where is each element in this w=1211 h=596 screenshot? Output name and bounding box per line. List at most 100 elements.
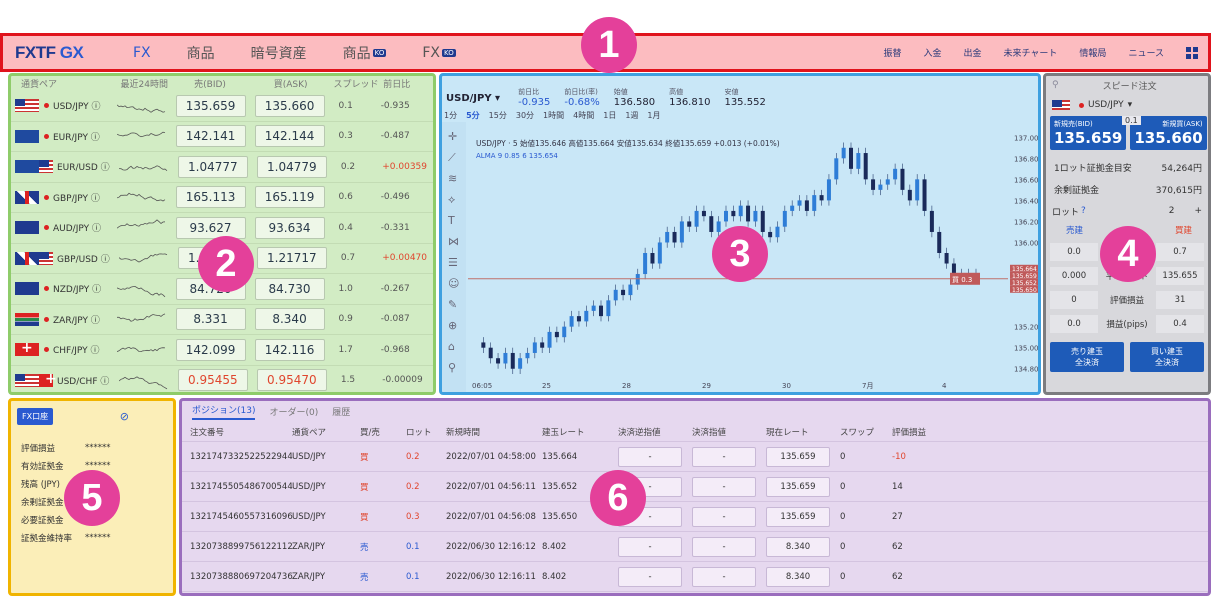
position-limit-box[interactable]: -: [692, 446, 756, 467]
draw-tool-icon[interactable]: ⋈: [448, 235, 459, 248]
position-limit[interactable]: -: [692, 446, 766, 467]
rate-row[interactable]: CHF/JPY ⓘ 142.099 142.116 1.7 -0.968: [11, 335, 433, 366]
bid-price-button[interactable]: 165.113: [175, 186, 246, 209]
buy-order-button[interactable]: 新規買(ASK) 135.660: [1130, 116, 1207, 150]
pair-label[interactable]: EUR/USD ⓘ: [57, 160, 113, 173]
pair-label[interactable]: NZD/JPY ⓘ: [53, 282, 111, 295]
rate-row[interactable]: ZAR/JPY ⓘ 8.331 8.340 0.9 -0.087: [11, 305, 433, 335]
timeframe-5[interactable]: 4時間: [573, 110, 594, 121]
position-limit-box[interactable]: -: [692, 566, 756, 587]
header-link-3[interactable]: 未来チャート: [1004, 46, 1058, 59]
bid-price-button[interactable]: 135.659: [175, 94, 246, 117]
ask-price-button[interactable]: 1.04779: [256, 155, 327, 178]
ask-price-button[interactable]: 84.730: [254, 277, 325, 300]
header-link-0[interactable]: 振替: [883, 46, 901, 59]
ask-price-button[interactable]: 8.340: [254, 308, 325, 331]
position-row[interactable]: 1320738899756122112 ZAR/JPY 売 0.1 2022/06/30…: [182, 532, 1208, 562]
timeframe-7[interactable]: 1週: [625, 110, 638, 121]
rate-row[interactable]: EUR/JPY ⓘ 142.141 142.144 0.3 -0.487: [11, 122, 433, 152]
position-cur-box[interactable]: 135.659: [766, 506, 830, 527]
chart-symbol-select[interactable]: USD/JPY ▾: [446, 93, 500, 104]
position-cur[interactable]: 8.340: [766, 566, 840, 587]
main-tab-0[interactable]: FX: [115, 36, 169, 69]
positions-tab-0[interactable]: ポジション(13): [192, 403, 256, 420]
position-limit-box[interactable]: -: [692, 506, 756, 527]
main-tab-1[interactable]: 商品: [169, 36, 233, 69]
draw-tool-icon[interactable]: ⌂: [448, 340, 455, 353]
position-row[interactable]: 1321745460557316096 USD/JPY 買 0.3 2022/07/01…: [182, 502, 1208, 532]
main-tab-3[interactable]: 商品 KO: [325, 36, 405, 69]
bid-price-button[interactable]: 1.04777: [177, 155, 248, 178]
sell-order-button[interactable]: 新規売(BID) 135.659: [1050, 116, 1127, 150]
timeframe-1[interactable]: 5分: [466, 110, 480, 121]
bid-price-button[interactable]: 93.627: [175, 216, 246, 239]
timeframe-3[interactable]: 30分: [516, 110, 534, 121]
pair-label[interactable]: CHF/JPY ⓘ: [53, 343, 111, 356]
draw-tool-icon[interactable]: ☰: [448, 256, 458, 269]
rate-row[interactable]: GBP/JPY ⓘ 165.113 165.119 0.6 -0.496: [11, 183, 433, 213]
pair-label[interactable]: USD/CHF ⓘ: [57, 374, 113, 387]
ask-price-button[interactable]: 135.660: [254, 94, 325, 117]
rate-row[interactable]: USD/CHF ⓘ 0.95455 0.95470 1.5 -0.00009: [11, 366, 433, 393]
rate-row[interactable]: USD/JPY ⓘ 135.659 135.660 0.1 -0.935: [11, 91, 433, 122]
ask-price-button[interactable]: 0.95470: [256, 369, 327, 392]
position-limit[interactable]: -: [692, 536, 766, 557]
draw-tool-icon[interactable]: ⊕: [448, 319, 457, 332]
position-cur-box[interactable]: 8.340: [766, 566, 830, 587]
pair-label[interactable]: EUR/JPY ⓘ: [53, 130, 111, 143]
main-tab-2[interactable]: 暗号資産: [233, 36, 325, 69]
pair-label[interactable]: GBP/JPY ⓘ: [53, 191, 111, 204]
position-cur[interactable]: 135.659: [766, 476, 840, 497]
draw-tool-icon[interactable]: ≋: [448, 172, 457, 185]
position-cur[interactable]: 135.659: [766, 506, 840, 527]
draw-tool-icon[interactable]: ☺: [448, 277, 459, 290]
header-link-4[interactable]: 情報局: [1079, 46, 1106, 59]
position-stop-box[interactable]: -: [618, 446, 682, 467]
pair-label[interactable]: ZAR/JPY ⓘ: [53, 313, 111, 326]
position-limit-box[interactable]: -: [692, 476, 756, 497]
position-row[interactable]: 1321747332522522944 USD/JPY 買 0.2 2022/07/01…: [182, 442, 1208, 472]
position-row[interactable]: 1320738880697204736 ZAR/JPY 売 0.1 2022/06/30…: [182, 562, 1208, 592]
position-cur-box[interactable]: 135.659: [766, 446, 830, 467]
draw-tool-icon[interactable]: T: [447, 214, 455, 227]
position-cur-box[interactable]: 135.659: [766, 476, 830, 497]
position-limit[interactable]: -: [692, 506, 766, 527]
timeframe-8[interactable]: 1月: [647, 110, 660, 121]
close-buy-positions-button[interactable]: 買い建玉 全決済: [1130, 342, 1204, 372]
positions-tab-2[interactable]: 履歴: [332, 405, 350, 418]
position-stop-box[interactable]: -: [618, 566, 682, 587]
bid-price-button[interactable]: 8.331: [175, 308, 246, 331]
position-cur[interactable]: 8.340: [766, 536, 840, 557]
main-tab-4[interactable]: FX KO: [404, 36, 473, 69]
draw-tool-icon[interactable]: ✎: [448, 298, 457, 311]
position-cur[interactable]: 135.659: [766, 446, 840, 467]
bid-price-button[interactable]: 0.95455: [177, 369, 248, 392]
header-link-2[interactable]: 出金: [963, 46, 981, 59]
position-stop[interactable]: -: [618, 536, 692, 557]
draw-tool-icon[interactable]: ⚲: [448, 361, 456, 374]
positions-tab-1[interactable]: オーダー(0): [269, 405, 318, 418]
position-stop[interactable]: -: [618, 446, 692, 467]
rate-row[interactable]: EUR/USD ⓘ 1.04777 1.04779 0.2 +0.00359: [11, 152, 433, 183]
timeframe-0[interactable]: 1分: [444, 110, 457, 121]
fxtf-gx-logo[interactable]: FXTF GX: [15, 43, 115, 63]
pin-icon[interactable]: ⚲: [1052, 80, 1059, 90]
pair-label[interactable]: USD/JPY ⓘ: [53, 99, 111, 112]
hide-values-icon[interactable]: ⊘: [120, 410, 129, 423]
timeframe-4[interactable]: 1時間: [543, 110, 564, 121]
close-sell-positions-button[interactable]: 売り建玉 全決済: [1050, 342, 1124, 372]
ask-price-button[interactable]: 165.119: [254, 186, 325, 209]
timeframe-2[interactable]: 15分: [489, 110, 507, 121]
ask-price-button[interactable]: 142.116: [254, 338, 325, 361]
lot-stepper[interactable]: ロット? 2 +: [1046, 200, 1208, 222]
header-link-5[interactable]: ニュース: [1128, 46, 1164, 59]
speed-pair-select[interactable]: USD/JPY ▾: [1046, 94, 1208, 116]
timeframe-6[interactable]: 1日: [603, 110, 616, 121]
position-row[interactable]: 1321745505486700544 USD/JPY 買 0.2 2022/07/01…: [182, 472, 1208, 502]
ask-price-button[interactable]: 93.634: [254, 216, 325, 239]
pair-label[interactable]: AUD/JPY ⓘ: [53, 221, 111, 234]
ask-price-button[interactable]: 142.144: [254, 125, 325, 148]
draw-tool-icon[interactable]: ✛: [448, 130, 457, 143]
position-stop-box[interactable]: -: [618, 536, 682, 557]
position-limit-box[interactable]: -: [692, 536, 756, 557]
